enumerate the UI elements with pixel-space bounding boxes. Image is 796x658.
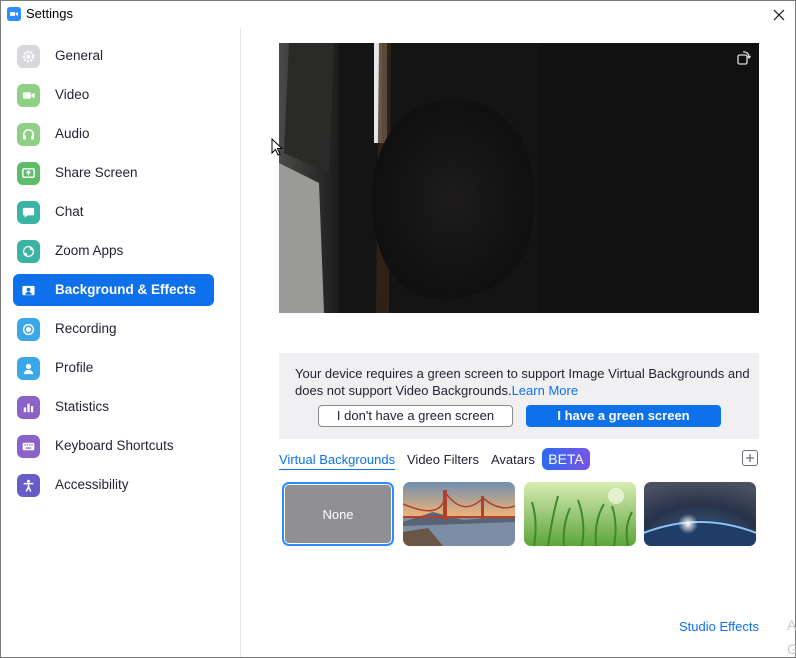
close-button[interactable]: [769, 5, 789, 25]
sidebar-item-label: Statistics: [55, 399, 110, 414]
sidebar-item-label: Chat: [55, 204, 84, 219]
beta-badge: BETA: [542, 448, 590, 470]
gear-icon: [17, 45, 40, 68]
sidebar-item-profile[interactable]: Profile: [13, 352, 214, 384]
sidebar-item-accessibility[interactable]: Accessibility: [13, 469, 214, 501]
notice-text-block: Your device requires a green screen to s…: [295, 365, 751, 399]
camera-icon: [17, 84, 40, 107]
share-screen-icon: [17, 162, 40, 185]
background-gallery: None: [282, 482, 757, 546]
sidebar-item-label: Keyboard Shortcuts: [55, 438, 174, 453]
record-icon: [17, 318, 40, 341]
edge-letter-g: G: [787, 641, 796, 657]
sidebar-item-label: Recording: [55, 321, 117, 336]
sidebar-item-label: Background & Effects: [55, 282, 197, 297]
close-icon: [773, 9, 785, 21]
sidebar-item-chat[interactable]: Chat: [13, 196, 214, 228]
add-background-button[interactable]: [742, 450, 758, 466]
green-screen-notice: Your device requires a green screen to s…: [279, 353, 759, 439]
no-green-screen-button[interactable]: I don't have a green screen: [318, 405, 513, 427]
background-golden-gate-option[interactable]: [403, 482, 515, 546]
camera-preview: [279, 43, 759, 313]
sidebar-item-label: Video: [55, 87, 90, 102]
person-background-icon: [17, 279, 40, 302]
rotate-icon: [737, 51, 752, 65]
background-earth-option[interactable]: [644, 482, 756, 546]
learn-more-link[interactable]: Learn More: [512, 383, 578, 398]
tab-video-filters[interactable]: Video Filters: [407, 452, 479, 467]
sidebar-item-background-effects[interactable]: Background & Effects: [13, 274, 214, 306]
sidebar-item-label: Audio: [55, 126, 90, 141]
settings-sidebar: General Video Audio Share Screen Chat Zo…: [1, 28, 241, 657]
sidebar-item-recording[interactable]: Recording: [13, 313, 214, 345]
edge-letter-a: A: [787, 617, 796, 633]
grass-image: [524, 482, 636, 546]
sidebar-item-label: Accessibility: [55, 477, 129, 492]
sidebar-item-audio[interactable]: Audio: [13, 118, 214, 150]
plus-icon: [746, 454, 754, 462]
golden-gate-bridge-image: [403, 482, 515, 546]
sidebar-item-label: Share Screen: [55, 165, 138, 180]
main-panel: Your device requires a green screen to s…: [242, 28, 795, 657]
keyboard-icon: [17, 435, 40, 458]
zoom-app-icon: [7, 7, 21, 21]
title-bar: Settings: [1, 1, 795, 28]
sidebar-item-label: Zoom Apps: [55, 243, 124, 258]
sidebar-item-label: General: [55, 48, 104, 63]
window-title: Settings: [26, 6, 73, 21]
background-none-option[interactable]: None: [282, 482, 394, 546]
settings-window: Settings General Video Audio Share Scree…: [0, 0, 796, 658]
tab-virtual-backgrounds[interactable]: Virtual Backgrounds: [279, 452, 396, 470]
profile-icon: [17, 357, 40, 380]
sidebar-item-general[interactable]: General: [13, 40, 214, 72]
headphones-icon: [17, 123, 40, 146]
background-grass-option[interactable]: [524, 482, 636, 546]
mouse-cursor-icon: [271, 138, 283, 156]
tab-avatars[interactable]: Avatars: [491, 452, 535, 467]
chat-icon: [17, 201, 40, 224]
background-tabs: Virtual Backgrounds Video Filters Avatar…: [279, 446, 759, 472]
background-none-label: None: [322, 506, 354, 522]
sidebar-item-video[interactable]: Video: [13, 79, 214, 111]
sidebar-item-share-screen[interactable]: Share Screen: [13, 157, 214, 189]
studio-effects-link[interactable]: Studio Effects: [679, 619, 759, 634]
have-green-screen-button[interactable]: I have a green screen: [526, 405, 721, 427]
apps-icon: [17, 240, 40, 263]
statistics-icon: [17, 396, 40, 419]
sidebar-item-label: Profile: [55, 360, 94, 375]
rotate-camera-button[interactable]: [735, 49, 753, 67]
accessibility-icon: [17, 474, 40, 497]
sidebar-item-zoom-apps[interactable]: Zoom Apps: [13, 235, 214, 267]
sidebar-item-statistics[interactable]: Statistics: [13, 391, 214, 423]
earth-from-space-image: [644, 482, 756, 546]
camera-feed-image: [279, 43, 759, 313]
sidebar-item-keyboard-shortcuts[interactable]: Keyboard Shortcuts: [13, 430, 214, 462]
